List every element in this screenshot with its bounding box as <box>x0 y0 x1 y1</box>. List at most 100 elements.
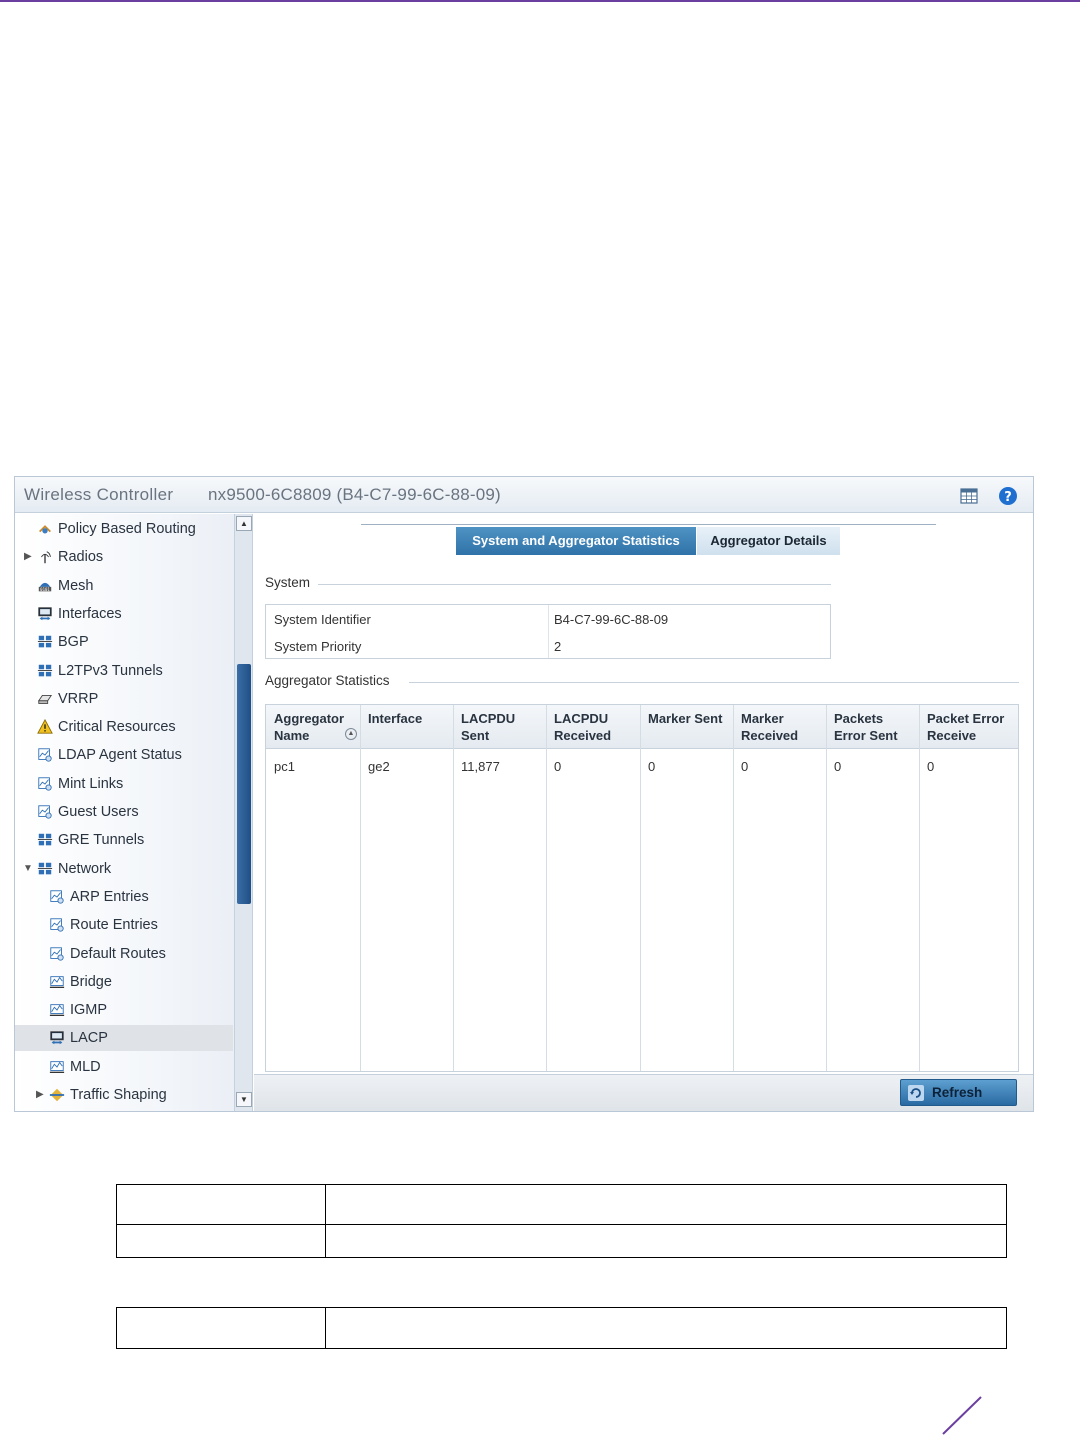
chart-icon <box>50 946 64 961</box>
table-cell: 0 <box>554 759 562 774</box>
column-header[interactable]: Packet Error Receive <box>927 710 1004 744</box>
main-content: System and Aggregator Statistics Aggrega… <box>254 514 1033 1074</box>
sidebar-item-critical-resources[interactable]: Critical Resources <box>15 714 233 740</box>
sidebar-item-label: GRE Tunnels <box>58 832 145 849</box>
sidebar-item-label: L2TPv3 Tunnels <box>58 662 163 679</box>
table-cell: pc1 <box>274 759 295 774</box>
wave-chart-icon <box>49 976 65 988</box>
column-header[interactable]: LACPDU Sent <box>461 710 515 744</box>
column-header-line: LACPDU <box>554 711 609 726</box>
cell-divider <box>325 1308 326 1348</box>
column-header[interactable]: Packets Error Sent <box>834 710 898 744</box>
network-grid-icon <box>37 664 53 676</box>
doc-table-1 <box>116 1184 1007 1258</box>
column-header-line: Receive <box>927 728 977 743</box>
table-grid-icon[interactable] <box>959 486 979 506</box>
sidebar-item-guest-users[interactable]: Guest Users <box>15 799 233 825</box>
sidebar-scrollbar[interactable]: ▲ ▼ <box>234 514 252 1111</box>
sidebar-item-default-routes[interactable]: Default Routes <box>15 941 233 967</box>
column-header[interactable]: Marker Received <box>741 710 798 744</box>
expand-arrow-icon[interactable]: ▶ <box>36 1082 44 1108</box>
sidebar-item-label: LDAP Agent Status <box>58 747 182 764</box>
sidebar-item-label: IGMP <box>70 1002 108 1019</box>
column-divider <box>546 705 547 1071</box>
sidebar-item-radios[interactable]: ▶ Radios <box>15 544 233 570</box>
column-divider <box>640 705 641 1071</box>
sidebar-tree: Policy Based Routing ▶ Radios 0101 Mesh Inter… <box>15 514 253 1111</box>
sidebar-item-mint-links[interactable]: Mint Links <box>15 771 233 797</box>
sidebar-item-gre-tunnels[interactable]: GRE Tunnels <box>15 827 233 853</box>
sidebar-item-arp-entries[interactable]: ARP Entries <box>15 884 233 910</box>
router-icon <box>37 694 53 704</box>
sidebar-item-label: Mesh <box>58 577 94 594</box>
column-header-line: Sent <box>461 728 490 743</box>
network-grid-icon <box>37 834 53 846</box>
sidebar-item-mld[interactable]: MLD <box>15 1054 233 1080</box>
wave-chart-icon <box>49 1004 65 1017</box>
table-cell: 0 <box>927 759 935 774</box>
column-header-line: LACPDU <box>461 711 516 726</box>
system-section-rule <box>314 584 831 585</box>
column-divider <box>453 705 454 1071</box>
column-divider <box>733 705 734 1071</box>
doc-table-row <box>117 1308 1006 1348</box>
sidebar-item-label: Radios <box>58 549 104 566</box>
sidebar-item-mesh[interactable]: 0101 Mesh <box>15 573 233 599</box>
device-title: nx9500-6C8809 (B4-C7-99-6C-88-09) <box>208 485 501 504</box>
sidebar-item-label: Mint Links <box>58 775 124 792</box>
sidebar-item-policy-based-routing[interactable]: Policy Based Routing <box>15 516 233 542</box>
expand-arrow-icon[interactable]: ▶ <box>24 544 32 570</box>
scroll-up-arrow-icon[interactable]: ▲ <box>236 516 252 531</box>
routing-icon <box>39 525 51 534</box>
help-question-icon[interactable]: ? <box>998 486 1018 506</box>
refresh-label: Refresh <box>932 1085 983 1100</box>
tab-system-aggregator-statistics[interactable]: System and Aggregator Statistics <box>456 527 696 555</box>
system-section-label: System <box>265 575 319 590</box>
sidebar-item-label: Policy Based Routing <box>58 521 196 537</box>
chart-icon <box>38 748 52 763</box>
chart-icon <box>50 918 64 932</box>
antenna-icon <box>41 551 51 564</box>
sidebar-item-lacp[interactable]: LACP <box>15 1025 233 1052</box>
sidebar-item-bgp[interactable]: BGP <box>15 629 233 655</box>
footer-bar: Refresh <box>254 1074 1033 1111</box>
column-header-line: Marker Sent <box>648 711 723 726</box>
warning-icon <box>37 719 53 734</box>
sidebar-item-interfaces[interactable]: Interfaces <box>15 601 233 627</box>
sidebar-item-network[interactable]: ▼ Network <box>15 856 233 882</box>
column-header-line: Packets <box>834 711 884 726</box>
sidebar-item-label: LACP <box>70 1030 108 1047</box>
doc-table-row <box>117 1185 1006 1225</box>
svg-text:0101: 0101 <box>40 586 50 591</box>
sidebar-item-igmp[interactable]: IGMP <box>15 997 233 1023</box>
sidebar-item-ldap-agent-status[interactable]: LDAP Agent Status <box>15 742 233 768</box>
column-divider <box>826 705 827 1071</box>
column-header[interactable]: Interface <box>368 710 422 727</box>
sidebar-item-bridge[interactable]: Bridge <box>15 969 233 995</box>
collapse-arrow-icon[interactable]: ▼ <box>23 856 33 882</box>
scroll-down-arrow-icon[interactable]: ▼ <box>236 1092 252 1107</box>
refresh-button[interactable]: Refresh <box>900 1079 1017 1106</box>
sidebar-item-label: Network <box>58 860 112 877</box>
svg-text:?: ? <box>1004 490 1012 505</box>
sidebar-item-route-entries[interactable]: Route Entries <box>15 912 233 938</box>
sidebar-item-traffic-shaping[interactable]: ▶ Traffic Shaping <box>15 1082 233 1108</box>
column-header[interactable]: Marker Sent <box>648 710 722 727</box>
sidebar-item-l2tpv3-tunnels[interactable]: L2TPv3 Tunnels <box>15 658 233 684</box>
column-divider <box>360 705 361 1071</box>
scroll-thumb[interactable] <box>237 664 251 904</box>
aggregator-section-label: Aggregator Statistics <box>265 673 398 688</box>
column-header[interactable]: Aggregator Name ▲ <box>274 710 357 744</box>
sidebar-item-vrrp[interactable]: VRRP <box>15 686 233 712</box>
column-header-line: Received <box>554 728 612 743</box>
sidebar-item-label: BGP <box>58 634 89 651</box>
chart-icon <box>38 777 52 791</box>
sidebar-item-label: Default Routes <box>70 945 166 962</box>
column-header[interactable]: LACPDU Received <box>554 710 611 744</box>
sort-ascending-icon[interactable]: ▲ <box>345 728 357 740</box>
tab-aggregator-details[interactable]: Aggregator Details <box>697 527 840 555</box>
sidebar-item-label: Interfaces <box>58 605 122 622</box>
chart-icon <box>50 890 64 904</box>
network-grid-icon <box>37 862 53 874</box>
controller-window: Wireless Controller nx9500-6C8809 (B4-C7… <box>14 476 1034 1112</box>
